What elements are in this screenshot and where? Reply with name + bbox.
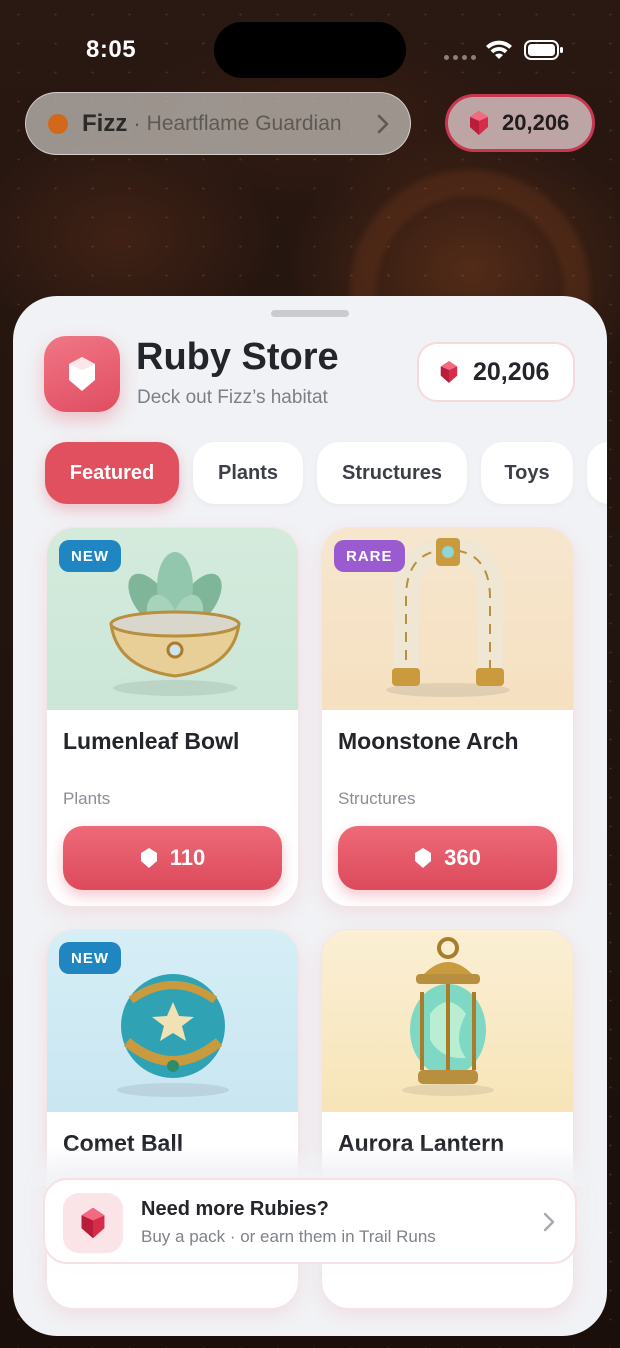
pet-separator: · <box>133 110 141 136</box>
battery-icon <box>524 40 563 60</box>
new-badge: NEW <box>59 540 121 572</box>
banner-title: Need more Rubies? <box>141 1198 329 1220</box>
store-balance-amount: 20,206 <box>473 357 550 386</box>
banner-subtitle: Buy a pack · or earn them in Trail Runs <box>141 1227 436 1246</box>
item-category: Structures <box>338 789 416 808</box>
aurora-lantern-icon <box>402 937 494 1096</box>
item-card-moonstone-arch[interactable]: RARE Moonstone Arch Structures 360 <box>321 527 574 907</box>
store-title: Ruby Store <box>136 336 339 378</box>
tab-structures[interactable]: Structures <box>317 442 467 504</box>
pet-color-dot <box>48 113 68 134</box>
pet-selector-chip[interactable]: Fizz · Heartflame Guardian <box>25 92 411 155</box>
item-name: Lumenleaf Bowl <box>63 728 240 754</box>
buy-button[interactable]: 360 <box>338 826 557 890</box>
price-label: 360 <box>444 845 481 870</box>
chevron-right-icon <box>543 1212 555 1232</box>
tab-featured[interactable]: Featured <box>45 442 179 504</box>
sheet-grabber[interactable] <box>271 310 349 317</box>
item-art <box>322 930 573 1112</box>
category-tabs: Featured Plants Structures Toys <box>45 442 607 504</box>
ruby-store-sheet: Ruby Store Deck out Fizz’s habitat 20,20… <box>13 296 607 1336</box>
more-rubies-banner[interactable]: Need more Rubies? Buy a pack · or earn t… <box>43 1178 577 1264</box>
pet-title: Heartflame Guardian <box>146 111 342 135</box>
new-badge: NEW <box>59 942 121 974</box>
ruby-icon <box>63 1193 123 1253</box>
chevron-right-icon <box>377 114 389 134</box>
tab-more[interactable] <box>587 442 607 504</box>
item-category: Plants <box>63 789 111 808</box>
store-subtitle: Deck out Fizz’s habitat <box>137 387 328 408</box>
rare-badge: RARE <box>334 540 405 572</box>
ruby-balance-chip[interactable]: 20,206 <box>445 94 595 152</box>
ruby-icon <box>440 361 458 383</box>
cellular-icon <box>444 55 476 60</box>
dynamic-island <box>214 22 406 78</box>
ruby-icon <box>470 111 488 135</box>
gem-outline-icon <box>415 848 432 868</box>
gem-outline-icon <box>140 848 157 868</box>
buy-button[interactable]: 110 <box>63 826 282 890</box>
tab-toys[interactable]: Toys <box>481 442 573 504</box>
wifi-icon <box>486 40 512 59</box>
status-bar: 8:05 <box>0 0 620 90</box>
tab-plants[interactable]: Plants <box>193 442 303 504</box>
pet-name: Fizz <box>82 109 128 137</box>
store-balance: 20,206 <box>417 342 575 402</box>
ruby-balance-amount: 20,206 <box>502 110 570 135</box>
price-label: 110 <box>169 845 206 870</box>
store-gem-icon <box>44 336 120 412</box>
item-card-lumenleaf-bowl[interactable]: NEW Lumenleaf Bowl Plants 110 <box>46 527 299 907</box>
item-name: Moonstone Arch <box>338 728 519 754</box>
status-time: 8:05 <box>86 36 137 63</box>
